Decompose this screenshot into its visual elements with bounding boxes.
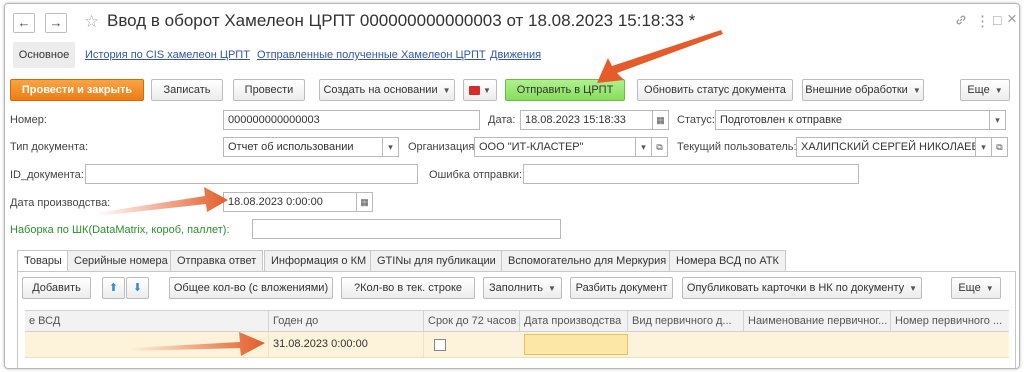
send-error-field[interactable] [523,164,859,184]
link-icon[interactable] [955,14,967,29]
publish-cards-label: Опубликовать карточки в НК по документу [686,282,905,294]
forward-button[interactable]: → [45,13,67,33]
print-button[interactable]: ▼ [463,79,497,101]
column-header-production-date[interactable]: Дата производства [520,311,628,331]
briefcase-icon [469,85,481,95]
tab-serial-numbers[interactable]: Серийные номера [67,250,175,271]
column-header-vsd[interactable]: е ВСД [25,311,269,331]
send-error-label: Ошибка отправки: [429,169,523,181]
tab-sent-received[interactable]: Отправленные полученные Хамелеон ЦРПТ [257,49,486,61]
tab-vsd-numbers[interactable]: Номера ВСД по АТК [669,250,786,271]
chevron-down-icon[interactable]: ▾ [989,110,1006,130]
production-date-label: Дата производства: [10,197,111,209]
add-button[interactable]: Добавить [22,277,91,299]
external-processing-button[interactable]: Внешние обработки ▼ [802,79,924,101]
fill-label: Заполнить [489,282,544,294]
tab-cis-history[interactable]: История по CIS хамелеон ЦРПТ [85,49,250,61]
expiry-cell[interactable]: 31.08.2023 0:00:00 [269,332,424,357]
number-field[interactable]: 000000000000003 [223,110,480,130]
barcode-scan-label: Наборка по ШК(DataMatrix, короб, паллет)… [10,224,230,236]
total-qty-button[interactable]: Общее кол-во (с вложениями) [169,277,333,299]
barcode-scan-field[interactable] [252,219,561,239]
post-and-close-button[interactable]: Провести и закрыть [10,79,144,101]
tab-goods[interactable]: Товары [17,250,69,272]
dropdown-caret-icon: ▼ [442,86,451,95]
grid-more-button[interactable]: Еще ▼ [951,277,1001,299]
tab-gtins-publish[interactable]: GTINы для публикации [370,250,503,271]
chevron-down-icon[interactable]: ▾ [382,137,399,157]
organization-field[interactable]: ООО "ИТ-КЛАСТЕР" [474,137,636,157]
split-document-button[interactable]: Разбить документ [570,277,673,299]
post-button[interactable]: Провести [233,79,305,101]
chevron-down-icon[interactable]: ▾ [635,137,652,157]
doc-type-field[interactable]: Отчет об использовании [223,137,383,157]
close-icon[interactable]: × [1007,9,1017,29]
save-button[interactable]: Записать [151,79,223,101]
calendar-icon[interactable]: ▦ [652,110,669,130]
current-user-field[interactable]: ХАЛИПСКИЙ СЕРГЕЙ НИКОЛАЕВИЧ [796,137,976,157]
production-date-field[interactable]: 18.08.2023 0:00:00 [223,192,357,212]
back-button[interactable]: ← [13,13,35,33]
external-processing-label: Внешние обработки [805,84,908,96]
tab-send-response[interactable]: Отправка ответ [170,250,264,271]
send-to-crpt-button[interactable]: Отправить в ЦРПТ [505,79,625,101]
create-based-on-label: Создать на основании [323,84,438,96]
column-header-primary-number[interactable]: Номер первичного ... [891,311,1009,331]
within-72h-checkbox[interactable] [434,339,446,351]
arrow-up-icon: ⬆ [108,282,119,294]
document-window: ← → ☆ Ввод в оборот Хамелеон ЦРПТ 000000… [4,3,1020,369]
vsd-cell[interactable] [25,332,269,357]
publish-cards-button[interactable]: Опубликовать карточки в НК по документу ▼ [682,277,922,299]
open-icon[interactable]: ⧉ [991,137,1008,157]
dropdown-caret-icon: ▼ [909,284,918,293]
status-label: Статус: [677,114,715,126]
tab-km-info[interactable]: Информация о КМ [264,250,374,271]
move-down-button[interactable]: ⬇ [126,277,149,299]
page-title: Ввод в оборот Хамелеон ЦРПТ 000000000000… [107,11,696,30]
date-field[interactable]: 18.08.2023 15:18:33 [520,110,653,130]
table-row[interactable]: 31.08.2023 0:00:00 [25,332,1009,358]
column-header-primary-type[interactable]: Вид первичного д... [628,311,744,331]
more-button[interactable]: Еще ▼ [960,79,1010,101]
dropdown-caret-icon: ▼ [483,86,491,95]
chevron-down-icon[interactable]: ▾ [975,137,992,157]
grid-header: е ВСД Годен до Срок до 72 часов Дата про… [25,310,1009,332]
status-field[interactable]: Подготовлен к отправке [715,110,990,130]
dropdown-caret-icon: ▼ [548,284,556,293]
dropdown-caret-icon: ▼ [985,284,994,293]
star-icon[interactable]: ☆ [84,12,99,32]
column-header-expiry[interactable]: Годен до [269,311,424,331]
grid-more-label: Еще [958,282,981,294]
dropdown-caret-icon: ▼ [994,86,1003,95]
more-vertical-icon[interactable]: ⋮ [975,12,990,30]
tab-movements[interactable]: Движения [490,49,541,61]
qty-current-row-button[interactable]: ?Кол-во в тек. строке [341,277,475,299]
more-label: Еще [967,84,990,96]
calendar-icon[interactable]: ▦ [356,192,373,212]
update-status-button[interactable]: Обновить статус документа [637,79,793,101]
fill-button[interactable]: Заполнить ▼ [483,277,562,299]
doc-type-label: Тип документа: [10,141,89,153]
open-icon[interactable]: ⧉ [651,137,668,157]
arrow-left-icon: ← [17,15,31,30]
tab-mercury-helper[interactable]: Вспомогательно для Меркурия [501,250,674,271]
tab-main[interactable]: Основное [13,42,75,68]
arrow-right-icon: → [49,15,63,30]
current-user-label: Текущий пользователь: [677,141,797,153]
arrow-down-icon: ⬇ [132,282,143,294]
production-date-cell[interactable] [524,334,628,355]
column-header-primary-name[interactable]: Наименование первичног... [744,311,891,331]
date-label: Дата: [488,114,516,126]
move-up-button[interactable]: ⬆ [102,277,125,299]
number-label: Номер: [10,114,47,126]
column-header-within-72h[interactable]: Срок до 72 часов [424,311,520,331]
organization-label: Организация: [408,141,478,153]
document-id-field[interactable] [85,164,418,184]
maximize-icon[interactable]: □ [993,12,1001,28]
create-based-on-button[interactable]: Создать на основании ▼ [319,79,455,101]
document-id-label: ID_документа: [10,169,84,181]
dropdown-caret-icon: ▼ [912,86,921,95]
